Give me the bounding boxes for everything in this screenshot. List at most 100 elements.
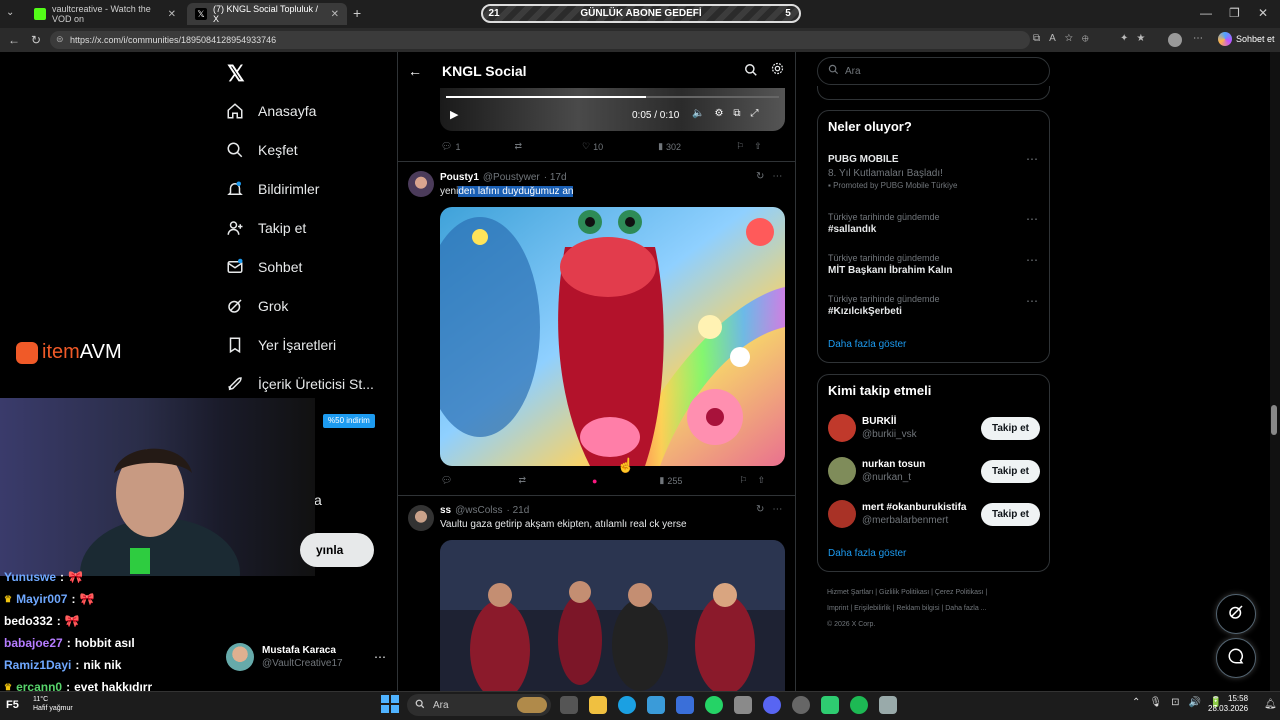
author-handle[interactable]: @wsColss xyxy=(455,505,502,516)
browser-toolbar-icons[interactable]: ⧉A☆⊕ xyxy=(1033,33,1098,44)
site-info-icon[interactable]: ⊜ xyxy=(56,34,64,45)
video-player[interactable]: ▶ 0:05 / 0:10 🔈⚙⧉⤢ xyxy=(440,88,785,131)
bookmark-icon[interactable]: ⚐ xyxy=(736,141,744,152)
more-icon[interactable]: ⋯ xyxy=(1026,212,1038,226)
weather-widget[interactable]: 11°C Hafif yağmur xyxy=(33,695,73,713)
share-icon[interactable]: ⇧ xyxy=(757,475,765,486)
more-icon[interactable]: ⋯ xyxy=(374,650,386,664)
retweet-icon[interactable]: ⇄ xyxy=(518,475,526,486)
author-name[interactable]: ss xyxy=(440,505,451,516)
messages-fab-button[interactable] xyxy=(1216,638,1256,678)
follow-suggestion[interactable]: BURKİİ @burkii_vsk Takip et xyxy=(828,412,1040,444)
author-name[interactable]: Pousty1 xyxy=(440,172,479,183)
author-handle[interactable]: @Poustywer xyxy=(483,172,540,183)
clock[interactable]: 15:58 28.03.2026 xyxy=(1208,694,1248,714)
gear-icon[interactable] xyxy=(770,61,785,81)
follow-show-more-link[interactable]: Daha fazla göster xyxy=(828,548,906,559)
post-button[interactable]: yınla xyxy=(300,533,374,567)
video-progress-track[interactable] xyxy=(446,96,779,98)
discord-icon[interactable] xyxy=(763,696,781,714)
follow-button[interactable]: Takip et xyxy=(980,502,1040,526)
tweet-menu-icons[interactable]: ↻⋯ xyxy=(756,504,790,515)
retweet-icon[interactable]: ⇄ xyxy=(514,141,522,152)
notifications-icon[interactable]: 🔔︎ xyxy=(1264,699,1277,710)
x-logo-icon[interactable]: 𝕏 xyxy=(227,61,245,87)
heart-icon[interactable]: ● xyxy=(592,476,597,486)
whatsapp-icon[interactable] xyxy=(705,696,723,714)
search-icon[interactable] xyxy=(744,63,758,80)
follow-button[interactable]: Takip et xyxy=(980,459,1040,483)
store-icon[interactable] xyxy=(647,696,665,714)
url-field[interactable]: https://x.com/i/communities/189508412895… xyxy=(50,31,1030,49)
avatar[interactable] xyxy=(408,171,434,197)
trends-show-more-link[interactable]: Daha fazla göster xyxy=(828,339,906,350)
spotify-icon[interactable] xyxy=(850,696,868,714)
tab-list-chevron-icon[interactable]: ⌄ xyxy=(6,7,14,18)
app-icon[interactable] xyxy=(734,696,752,714)
account-switcher[interactable]: Mustafa Karaca @VaultCreative17 ⋯ xyxy=(226,640,386,674)
follow-suggestion[interactable]: nurkan tosun @nurkan_t Takip et xyxy=(828,455,1040,487)
scrollbar-thumb[interactable] xyxy=(1271,405,1277,435)
follow-button[interactable]: Takip et xyxy=(980,416,1040,440)
more-menu-icon[interactable]: ⋯ xyxy=(1193,33,1203,44)
trend-item[interactable]: Türkiye tarihinde gündemde #KızılcıkŞerb… xyxy=(828,294,940,317)
copilot-chat-button[interactable]: Sohbet et xyxy=(1218,32,1275,46)
new-tab-icon[interactable]: + xyxy=(353,5,361,21)
views-button[interactable]: ▮ 302 xyxy=(658,141,681,152)
edge-icon[interactable] xyxy=(618,696,636,714)
play-icon[interactable]: ▶ xyxy=(450,108,458,121)
profile-avatar-icon[interactable] xyxy=(1168,33,1182,47)
tab-x-community[interactable]: 𝕏 (7) KNGL Social Topluluk / X ✕ xyxy=(187,3,347,25)
nav-creator-studio[interactable]: İçerik Üreticisi St... xyxy=(226,369,374,399)
nav-notifications[interactable]: Bildirimler xyxy=(226,174,319,204)
nav-explore[interactable]: Keşfet xyxy=(226,135,298,165)
tweet-age[interactable]: · 21d xyxy=(507,505,530,516)
app-icon[interactable] xyxy=(821,696,839,714)
bookmark-icon[interactable]: ⚐ xyxy=(739,475,747,486)
tab-vod[interactable]: vaultcreative - Watch the VOD on ✕ xyxy=(26,3,184,25)
reply-icon[interactable]: 💬︎ xyxy=(441,475,452,486)
mail-app-icon[interactable] xyxy=(676,696,694,714)
close-window-icon[interactable]: ✕ xyxy=(1258,6,1268,20)
nav-follow[interactable]: Takip et xyxy=(226,213,306,243)
back-arrow-icon[interactable]: ← xyxy=(408,63,422,79)
start-windows-icon[interactable] xyxy=(381,695,399,713)
like-button[interactable]: ♡ 10 xyxy=(582,141,603,152)
follow-suggestion[interactable]: mert #okanburukistifa @merbalarbenmert Ta… xyxy=(828,498,1040,530)
more-icon[interactable]: ⋯ xyxy=(1026,294,1038,308)
nav-chat[interactable]: Sohbet xyxy=(226,252,302,282)
share-icon[interactable]: ⇧ xyxy=(754,141,762,152)
taskbar-search-input[interactable]: Ara xyxy=(407,694,551,716)
close-icon[interactable]: ✕ xyxy=(331,9,339,20)
tweet-image[interactable] xyxy=(440,540,785,691)
nav-home[interactable]: Anasayfa xyxy=(226,96,316,126)
tweet-age[interactable]: · 17d xyxy=(544,172,567,183)
settings-icon[interactable] xyxy=(879,696,897,714)
avatar[interactable] xyxy=(408,505,434,531)
nav-bookmarks[interactable]: Yer İşaretleri xyxy=(226,330,336,360)
trend-item[interactable]: Türkiye tarihinde gündemde #sallandık xyxy=(828,212,940,235)
minimize-icon[interactable]: — xyxy=(1200,6,1212,20)
app-icon[interactable] xyxy=(792,696,810,714)
close-icon[interactable]: ✕ xyxy=(168,9,176,20)
search-input[interactable]: Ara xyxy=(817,57,1050,85)
footer-line[interactable]: Hizmet Şartları | Gizlilik Politikası | … xyxy=(827,585,1042,601)
reload-icon[interactable]: ↻ xyxy=(31,33,41,47)
tweet-menu-icons[interactable]: ↻⋯ xyxy=(756,171,790,182)
reply-button[interactable]: 💬︎ 1 xyxy=(441,141,460,152)
video-controls-icons[interactable]: 🔈⚙⧉⤢ xyxy=(692,108,769,119)
trend-item[interactable]: PUBG MOBILE 8. Yıl Kutlamaları Başladı! … xyxy=(828,154,1028,190)
footer-line[interactable]: Imprint | Erişilebilirlik | Reklam bilgi… xyxy=(827,601,1042,617)
tweet-image[interactable] xyxy=(440,207,785,466)
extensions-icon[interactable]: ✦★ xyxy=(1120,33,1153,44)
grok-fab-button[interactable] xyxy=(1216,594,1256,634)
nav-grok[interactable]: Grok xyxy=(226,291,288,321)
file-explorer-icon[interactable] xyxy=(589,696,607,714)
restore-icon[interactable]: ❐ xyxy=(1229,6,1240,20)
task-view-icon[interactable] xyxy=(560,696,578,714)
views-button[interactable]: ▮ 255 xyxy=(659,475,682,486)
scrollbar[interactable] xyxy=(1270,52,1280,691)
more-icon[interactable]: ⋯ xyxy=(1026,152,1038,166)
back-icon[interactable]: ← xyxy=(8,33,20,47)
trend-item[interactable]: Türkiye tarihinde gündemde MİT Başkanı İ… xyxy=(828,253,952,276)
